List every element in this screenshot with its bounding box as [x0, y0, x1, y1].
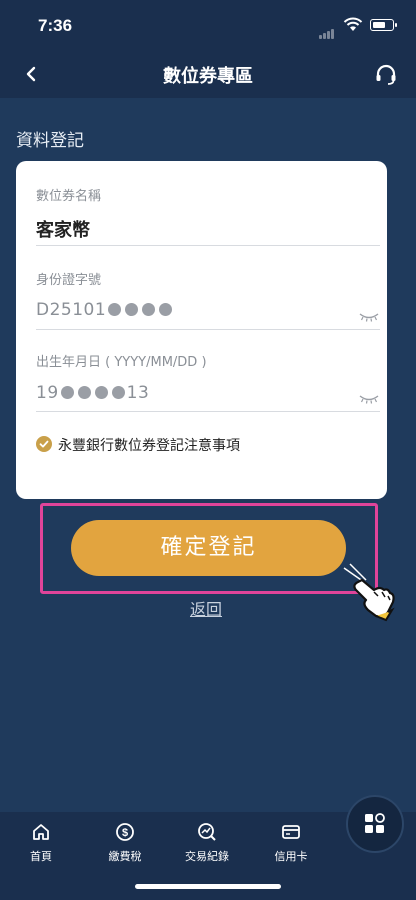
- return-link[interactable]: 返回: [190, 596, 222, 620]
- check-icon: [39, 440, 49, 448]
- notice-checkbox[interactable]: [36, 436, 52, 452]
- signal-icon: [319, 20, 335, 39]
- headset-icon[interactable]: [374, 63, 398, 87]
- nav-label: 首頁: [30, 850, 52, 863]
- grid-menu-icon: [365, 813, 385, 833]
- menu-fab-button[interactable]: [346, 795, 404, 853]
- eye-closed-icon[interactable]: [358, 311, 380, 323]
- credit-card-icon: [282, 825, 300, 839]
- status-time: 7:36: [38, 16, 73, 35]
- nav-item-transactions[interactable]: 交易紀錄: [175, 822, 239, 864]
- id-number-prefix: D25101: [36, 300, 107, 320]
- notice-link[interactable]: 永豐銀行數位券登記注意事項: [58, 435, 240, 455]
- registration-form-card: 數位券名稱 客家幣 身份證字號 D25101 出生年月日 ( YYYY/MM/D…: [16, 161, 387, 499]
- nav-label: 信用卡: [274, 850, 308, 863]
- svg-text:$: $: [122, 827, 128, 839]
- section-title: 資料登記: [16, 131, 84, 151]
- id-number-label: 身份證字號: [36, 273, 102, 288]
- home-indicator: [135, 884, 281, 889]
- birthday-underline: [36, 411, 380, 412]
- nav-item-credit-card[interactable]: 信用卡: [259, 822, 323, 864]
- id-number-field[interactable]: D25101: [36, 300, 174, 320]
- app-header: 數位券專區: [0, 50, 416, 98]
- home-icon: [33, 824, 49, 840]
- eye-closed-icon[interactable]: [358, 393, 380, 405]
- birthday-field[interactable]: 19 13: [36, 383, 149, 403]
- nav-item-payments[interactable]: $ 繳費稅: [93, 822, 157, 864]
- birthday-prefix: 19: [36, 383, 59, 403]
- chart-icon: [198, 823, 216, 841]
- status-bar: 7:36: [0, 0, 416, 50]
- coupon-name-value: 客家幣: [36, 220, 90, 241]
- id-number-underline: [36, 329, 380, 330]
- wifi-icon: [343, 17, 363, 31]
- nav-item-home[interactable]: 首頁: [9, 822, 73, 864]
- battery-icon: [370, 19, 397, 31]
- dollar-icon: $: [116, 823, 134, 841]
- coupon-name-label: 數位券名稱: [36, 189, 102, 204]
- coupon-name-underline: [36, 245, 380, 246]
- page-title: 數位券專區: [163, 66, 253, 87]
- birthday-label: 出生年月日 ( YYYY/MM/DD ): [36, 355, 207, 370]
- confirm-register-button[interactable]: 確定登記: [71, 520, 346, 576]
- nav-label: 繳費稅: [108, 850, 142, 863]
- birthday-suffix: 13: [126, 383, 150, 403]
- pointing-hand-icon: [343, 563, 395, 622]
- nav-label: 交易紀錄: [185, 850, 229, 863]
